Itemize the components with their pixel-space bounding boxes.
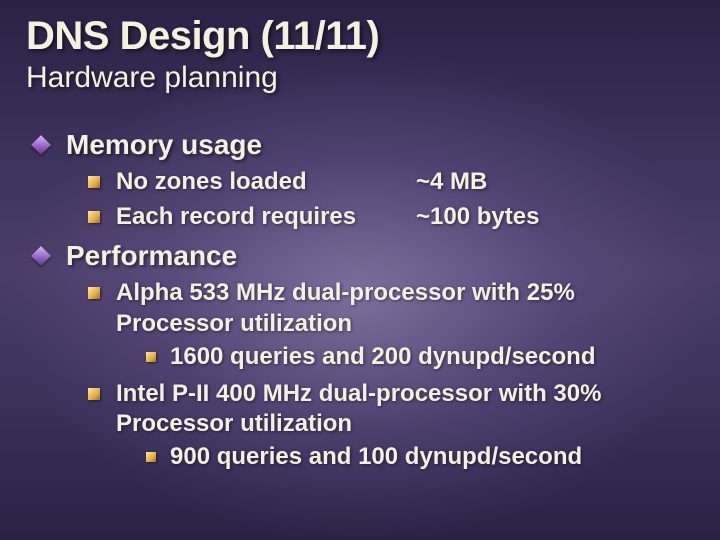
sub-item-label: 900 queries and 100 dynupd/second [170,442,582,473]
diamond-bullet-icon [31,247,51,267]
square-bullet-icon [88,176,100,188]
slide-title: DNS Design (11/11) [26,14,694,59]
item-label: Each record requires [116,202,416,233]
sub-list-item: 1600 queries and 200 dynupd/second [146,342,694,373]
sub-item-label: 1600 queries and 200 dynupd/second [170,342,595,373]
square-bullet-icon [146,452,156,462]
square-bullet-icon [88,388,100,400]
diamond-bullet-icon [31,135,51,155]
item-body: Intel P-II 400 MHz dual-processor with 3… [116,379,694,475]
item-body: Alpha 533 MHz dual-processor with 25% Pr… [116,278,694,374]
section-heading-text: Memory usage [66,129,262,161]
section-items: Alpha 533 MHz dual-processor with 25% Pr… [88,278,694,474]
section-items: No zones loaded ~4 MB Each record requir… [88,167,694,232]
square-bullet-icon [88,211,100,223]
section-heading: Memory usage [34,129,694,161]
list-item: Each record requires ~100 bytes [88,202,694,233]
square-bullet-icon [146,352,156,362]
section-heading: Performance [34,240,694,272]
item-value: ~4 MB [416,167,487,198]
square-bullet-icon [88,287,100,299]
list-item: No zones loaded ~4 MB [88,167,694,198]
section-heading-text: Performance [66,240,237,272]
list-item: Intel P-II 400 MHz dual-processor with 3… [88,379,694,475]
section-memory-usage: Memory usage No zones loaded ~4 MB Each … [34,129,694,232]
slide-subtitle: Hardware planning [26,61,694,95]
item-value: ~100 bytes [416,202,539,233]
item-label: No zones loaded [116,167,416,198]
list-item: Alpha 533 MHz dual-processor with 25% Pr… [88,278,694,374]
item-label: Alpha 533 MHz dual-processor with 25% Pr… [116,279,575,337]
section-performance: Performance Alpha 533 MHz dual-processor… [34,240,694,474]
sub-list-item: 900 queries and 100 dynupd/second [146,442,694,473]
item-label: Intel P-II 400 MHz dual-processor with 3… [116,380,601,438]
